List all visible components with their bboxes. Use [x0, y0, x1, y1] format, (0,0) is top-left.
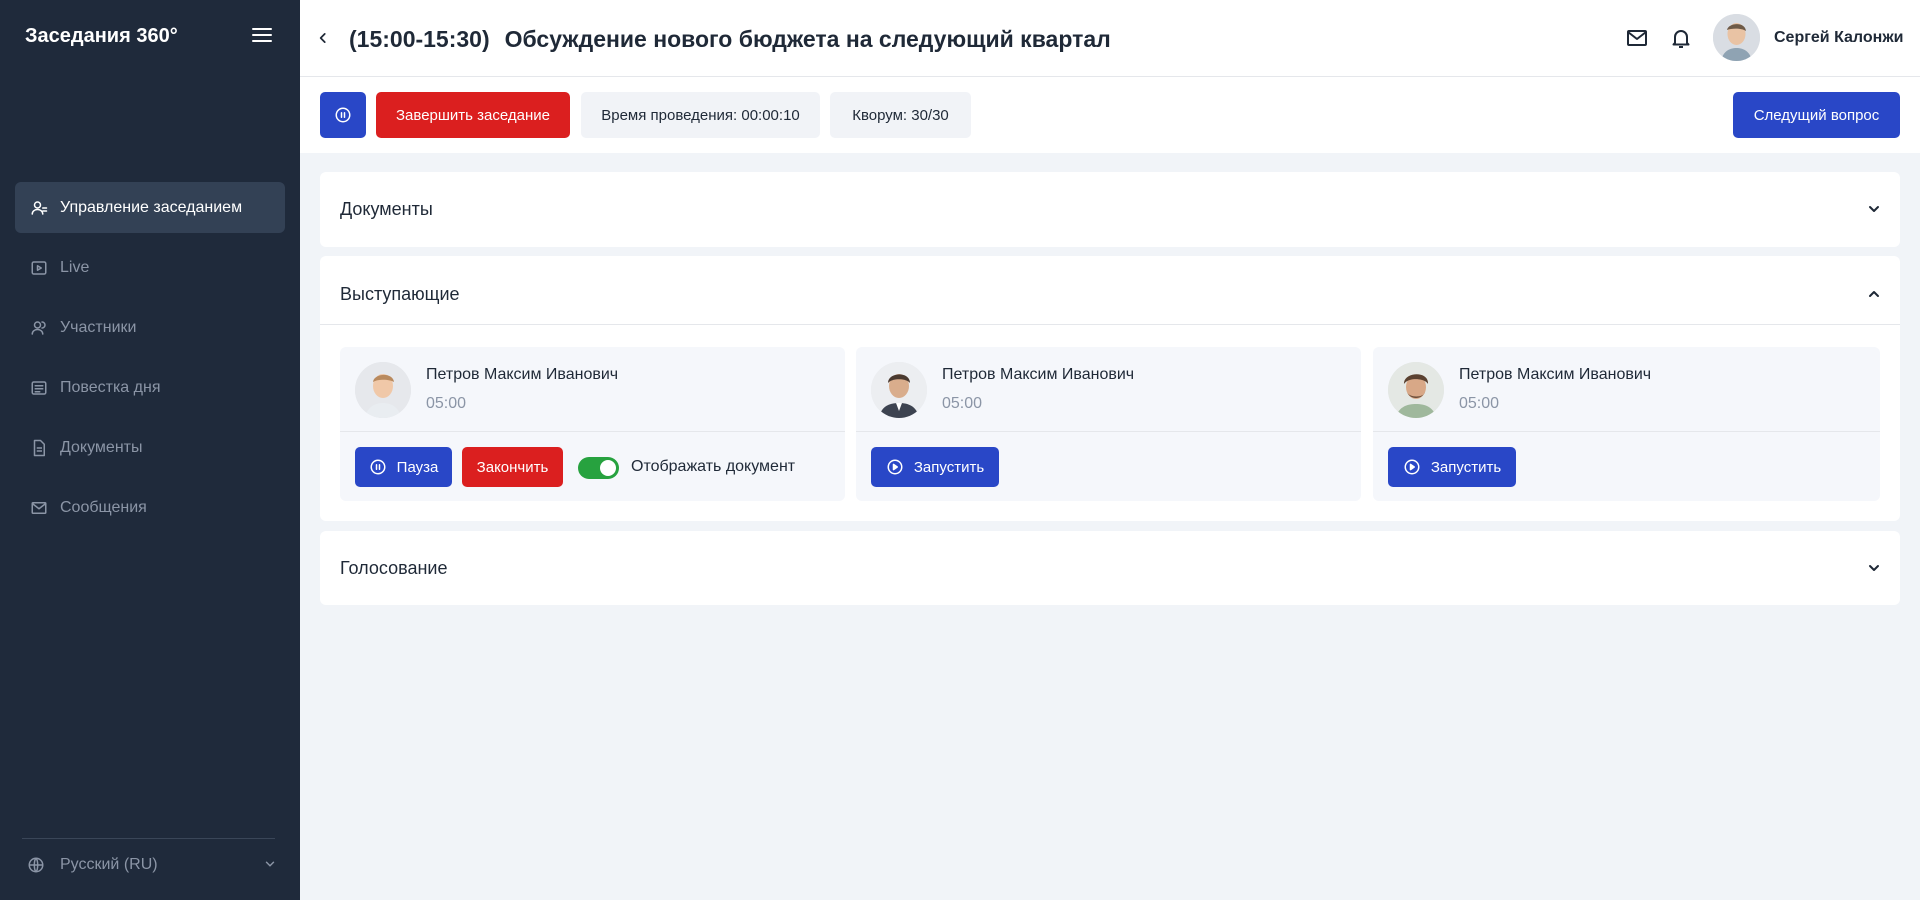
sidebar-item-agenda[interactable]: Повестка дня — [15, 362, 285, 413]
speaker-avatar — [1388, 362, 1444, 418]
language-selector[interactable]: Русский (RU) — [27, 854, 277, 876]
toggle-knob — [600, 460, 616, 476]
chevron-down-icon — [265, 861, 275, 867]
menu-toggle-icon[interactable] — [252, 28, 272, 44]
speaker-time: 05:00 — [1459, 395, 1500, 412]
show-document-label: Отображать документ — [631, 458, 796, 475]
section-title: Документы — [340, 199, 433, 219]
start-label: Запустить — [1430, 458, 1502, 476]
speaker-avatar — [355, 362, 411, 418]
meeting-toolbar: Завершить заседание Время проведения: 00… — [300, 77, 1920, 153]
speaker-name: Петров Максим Иванович — [1459, 366, 1652, 383]
page-title: (15:00-15:30) Обсуждение нового бюджета н… — [349, 26, 1111, 53]
show-document-toggle[interactable] — [578, 457, 619, 479]
sidebar-item-label: Повестка дня — [60, 378, 161, 396]
chevron-down-icon[interactable] — [1866, 560, 1882, 576]
play-icon — [886, 458, 904, 476]
sidebar-item-label: Сообщения — [60, 498, 147, 516]
meeting-time-range: (15:00-15:30) — [349, 26, 490, 52]
chevron-up-icon[interactable] — [1866, 286, 1882, 302]
mail-icon[interactable] — [1625, 26, 1649, 50]
page-header: (15:00-15:30) Обсуждение нового бюджета н… — [300, 0, 1920, 77]
sidebar-item-meeting-control[interactable]: Управление заседанием — [15, 182, 285, 233]
language-label: Русский (RU) — [60, 856, 158, 873]
speaker-time: 05:00 — [942, 395, 983, 412]
start-speaker-button[interactable]: Запустить — [1388, 447, 1516, 487]
speaker-divider — [1373, 431, 1880, 432]
start-speaker-button[interactable]: Запустить — [871, 447, 999, 487]
mail-icon — [30, 499, 48, 517]
speaker-avatar — [871, 362, 927, 418]
section-title: Выступающие — [340, 284, 460, 304]
sidebar-item-label: Управление заседанием — [60, 198, 243, 216]
speaker-divider — [340, 431, 845, 432]
speaker-card: Петров Максим Иванович 05:00 Запустить — [1373, 347, 1880, 501]
sidebar-item-participants[interactable]: Участники — [15, 302, 285, 353]
pause-icon — [335, 107, 351, 123]
documents-section[interactable]: Документы — [320, 172, 1900, 247]
meeting-title: Обсуждение нового бюджета на следующий к… — [504, 26, 1111, 52]
user-manage-icon — [30, 199, 48, 217]
speaker-card: Петров Максим Иванович 05:00 Запустить — [856, 347, 1361, 501]
agenda-icon — [30, 379, 48, 397]
chevron-down-icon[interactable] — [1866, 201, 1882, 217]
speaker-name: Петров Максим Иванович — [942, 366, 1135, 383]
back-arrow-icon[interactable] — [316, 29, 330, 47]
next-question-button[interactable]: Следущий вопрос — [1733, 92, 1900, 138]
pause-icon — [369, 458, 387, 476]
document-icon — [30, 439, 48, 457]
bell-icon[interactable] — [1669, 26, 1693, 50]
users-icon — [30, 319, 48, 337]
sidebar-item-label: Live — [60, 258, 90, 276]
quorum-badge: Кворум: 30/30 — [830, 92, 971, 138]
sidebar-item-label: Участники — [60, 318, 137, 336]
pause-meeting-button[interactable] — [320, 92, 366, 138]
sidebar: Заседания 360° Управление заседанием Liv… — [0, 0, 300, 900]
end-meeting-button[interactable]: Завершить заседание — [376, 92, 570, 138]
user-avatar[interactable] — [1713, 14, 1760, 61]
user-name: Сергей Калонжи — [1774, 29, 1904, 46]
speaker-divider — [856, 431, 1361, 432]
pause-speaker-button[interactable]: Пауза — [355, 447, 452, 487]
voting-section[interactable]: Голосование — [320, 531, 1900, 605]
sidebar-divider — [22, 838, 275, 839]
section-divider — [320, 324, 1900, 325]
sidebar-nav: Управление заседанием Live Участники Пов… — [15, 182, 285, 542]
globe-icon — [27, 856, 45, 874]
speaker-time: 05:00 — [426, 395, 467, 412]
app-brand: Заседания 360° — [25, 25, 178, 47]
pause-label: Пауза — [396, 458, 439, 476]
sidebar-item-documents[interactable]: Документы — [15, 422, 285, 473]
sidebar-item-label: Документы — [60, 438, 143, 456]
play-screen-icon — [30, 259, 48, 277]
sidebar-item-messages[interactable]: Сообщения — [15, 482, 285, 533]
meeting-duration: Время проведения: 00:00:10 — [581, 92, 820, 138]
finish-speaker-button[interactable]: Закончить — [462, 447, 563, 487]
speaker-card: Петров Максим Иванович 05:00 Пауза Закон… — [340, 347, 845, 501]
speaker-name: Петров Максим Иванович — [426, 366, 619, 383]
play-icon — [1403, 458, 1421, 476]
section-title: Голосование — [340, 558, 448, 578]
start-label: Запустить — [913, 458, 985, 476]
sidebar-item-live[interactable]: Live — [15, 242, 285, 293]
